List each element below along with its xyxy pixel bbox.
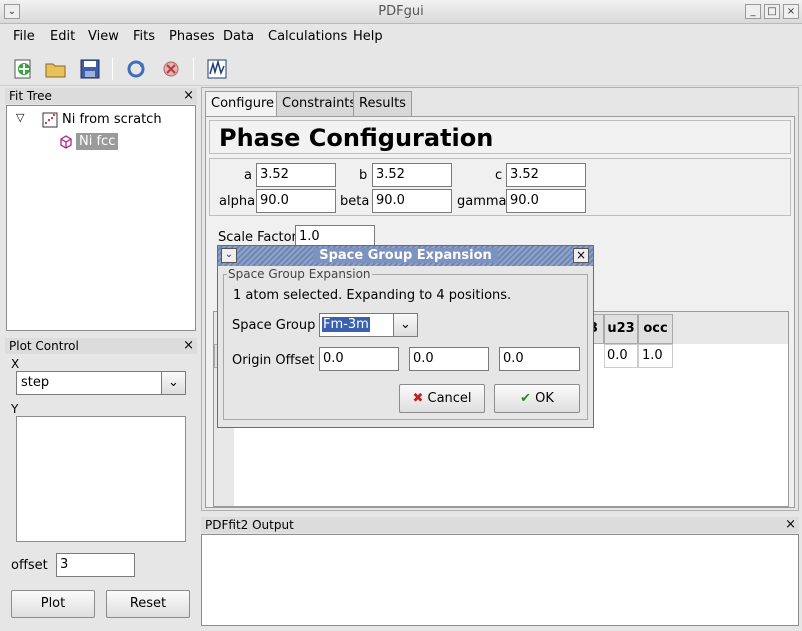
origin-y-input[interactable]: 0.0 — [409, 347, 489, 371]
plot-control-header: Plot Control × — [5, 338, 197, 354]
y-label: Y — [11, 402, 19, 416]
cancel-icon: ✖ — [412, 391, 424, 406]
tab-constraints[interactable]: Constraints — [276, 91, 363, 116]
y-listbox[interactable] — [16, 416, 186, 542]
title-bar: ⌄ PDFgui _ □ × — [0, 0, 802, 24]
output-title: PDFfit2 Output — [205, 518, 294, 532]
tab-configure[interactable]: Configure — [205, 91, 281, 117]
origin-offset-label: Origin Offset — [232, 353, 315, 368]
toolbar-separator — [112, 58, 113, 80]
x-select[interactable]: step ⌄ — [16, 371, 186, 395]
origin-x-input[interactable]: 0.0 — [319, 347, 399, 371]
close-icon[interactable]: × — [183, 88, 194, 104]
checkmark-icon: ✔ — [520, 391, 531, 406]
menu-calculations[interactable]: Calculations — [268, 29, 347, 44]
alpha-input[interactable]: 90.0 — [256, 189, 336, 213]
output-text[interactable] — [201, 534, 799, 626]
chevron-down-icon[interactable]: ⌄ — [161, 372, 185, 394]
space-group-value: Fm-3m — [322, 317, 370, 332]
space-group-combo[interactable]: Fm-3m ⌄ — [319, 313, 418, 337]
beta-label: beta — [340, 194, 370, 209]
run-icon[interactable] — [124, 58, 148, 80]
x-select-value: step — [21, 375, 50, 390]
plot-control-title: Plot Control — [9, 339, 79, 353]
fit-tree-title: Fit Tree — [9, 89, 52, 103]
grid-cell-occ[interactable]: 1.0 — [638, 344, 673, 368]
c-input[interactable]: 3.52 — [506, 163, 586, 187]
ok-button[interactable]: ✔ OK — [494, 384, 580, 413]
beta-input[interactable]: 90.0 — [372, 189, 452, 213]
fit-tree-view: ▽ Ni from scratch Ni fcc — [6, 105, 196, 331]
space-group-label: Space Group — [232, 318, 316, 333]
fit-tree-item-phase[interactable]: Ni fcc — [76, 133, 119, 150]
fit-icon — [42, 112, 58, 128]
cancel-button-label: Cancel — [427, 391, 472, 406]
close-icon[interactable]: × — [785, 517, 796, 533]
toolbar — [0, 50, 802, 86]
menubar: File Edit View Fits Phases Data Calculat… — [0, 25, 802, 49]
menu-help[interactable]: Help — [353, 29, 383, 44]
window-title: PDFgui — [378, 4, 424, 19]
close-icon[interactable]: × — [183, 338, 194, 354]
plot-button[interactable]: Plot — [11, 590, 95, 618]
b-label: b — [359, 168, 368, 183]
origin-z-input[interactable]: 0.0 — [499, 347, 580, 371]
page-title: Phase Configuration — [219, 124, 494, 152]
close-window-icon[interactable]: × — [783, 4, 799, 19]
b-input[interactable]: 3.52 — [372, 163, 452, 187]
dialog-title: Space Group Expansion — [313, 248, 498, 263]
minimize-icon[interactable]: _ — [745, 4, 761, 19]
stop-icon[interactable] — [159, 58, 183, 80]
grid-header-occ: occ — [638, 314, 673, 344]
gamma-input[interactable]: 90.0 — [506, 189, 586, 213]
heading-box: Phase Configuration — [209, 120, 791, 154]
fit-tree-item-fit[interactable]: Ni from scratch — [62, 112, 162, 127]
tab-results[interactable]: Results — [353, 91, 412, 116]
menu-fits[interactable]: Fits — [133, 29, 155, 44]
menu-edit[interactable]: Edit — [50, 29, 75, 44]
offset-label: offset — [11, 558, 48, 573]
phase-icon — [60, 135, 72, 149]
menu-view[interactable]: View — [88, 29, 119, 44]
toolbar-separator — [193, 58, 194, 80]
fit-tree-panel: Fit Tree × ▽ Ni from scratch Ni fcc — [5, 88, 197, 332]
open-folder-icon[interactable] — [44, 58, 68, 80]
menu-phases[interactable]: Phases — [169, 29, 215, 44]
space-group-dialog: Space Group Expansion ⌄ × Space Group Ex… — [217, 245, 594, 428]
plot-control-panel: Plot Control × X step ⌄ Y offset 3 Plot … — [5, 338, 197, 624]
plot-icon[interactable] — [205, 58, 229, 80]
c-label: c — [495, 168, 503, 183]
cancel-button[interactable]: ✖ Cancel — [399, 384, 485, 413]
scale-factor-label: Scale Factor — [218, 230, 297, 245]
a-input[interactable]: 3.52 — [256, 163, 336, 187]
a-label: a — [244, 168, 252, 183]
menu-data[interactable]: Data — [223, 29, 254, 44]
grid-cell-u23[interactable]: 0.0 — [604, 344, 638, 368]
dialog-close-icon[interactable]: × — [573, 248, 589, 263]
x-label: X — [11, 357, 20, 371]
fit-tree-header: Fit Tree × — [5, 88, 197, 104]
dialog-title-bar: Space Group Expansion — [218, 246, 593, 266]
chevron-down-icon[interactable]: ⌄ — [393, 314, 417, 336]
lattice-box: a 3.52 b 3.52 c 3.52 alpha 90.0 beta 90.… — [209, 158, 791, 216]
save-icon[interactable] — [78, 58, 102, 80]
dialog-message: 1 atom selected. Expanding to 4 position… — [233, 288, 512, 303]
offset-input[interactable]: 3 — [56, 553, 135, 577]
output-header: PDFfit2 Output × — [201, 517, 799, 533]
alpha-label: alpha — [219, 194, 256, 209]
reset-button[interactable]: Reset — [106, 590, 190, 618]
dialog-menu-icon[interactable]: ⌄ — [221, 248, 237, 263]
collapse-triangle-icon[interactable]: ▽ — [16, 111, 24, 124]
grid-header-u23: u23 — [604, 314, 638, 344]
output-panel: PDFfit2 Output × — [201, 517, 799, 626]
menu-file[interactable]: File — [13, 29, 35, 44]
maximize-icon[interactable]: □ — [764, 4, 780, 19]
gamma-label: gamma — [457, 194, 507, 209]
ok-button-label: OK — [535, 391, 554, 406]
dialog-group-label: Space Group Expansion — [227, 267, 372, 281]
new-icon[interactable] — [12, 58, 36, 80]
